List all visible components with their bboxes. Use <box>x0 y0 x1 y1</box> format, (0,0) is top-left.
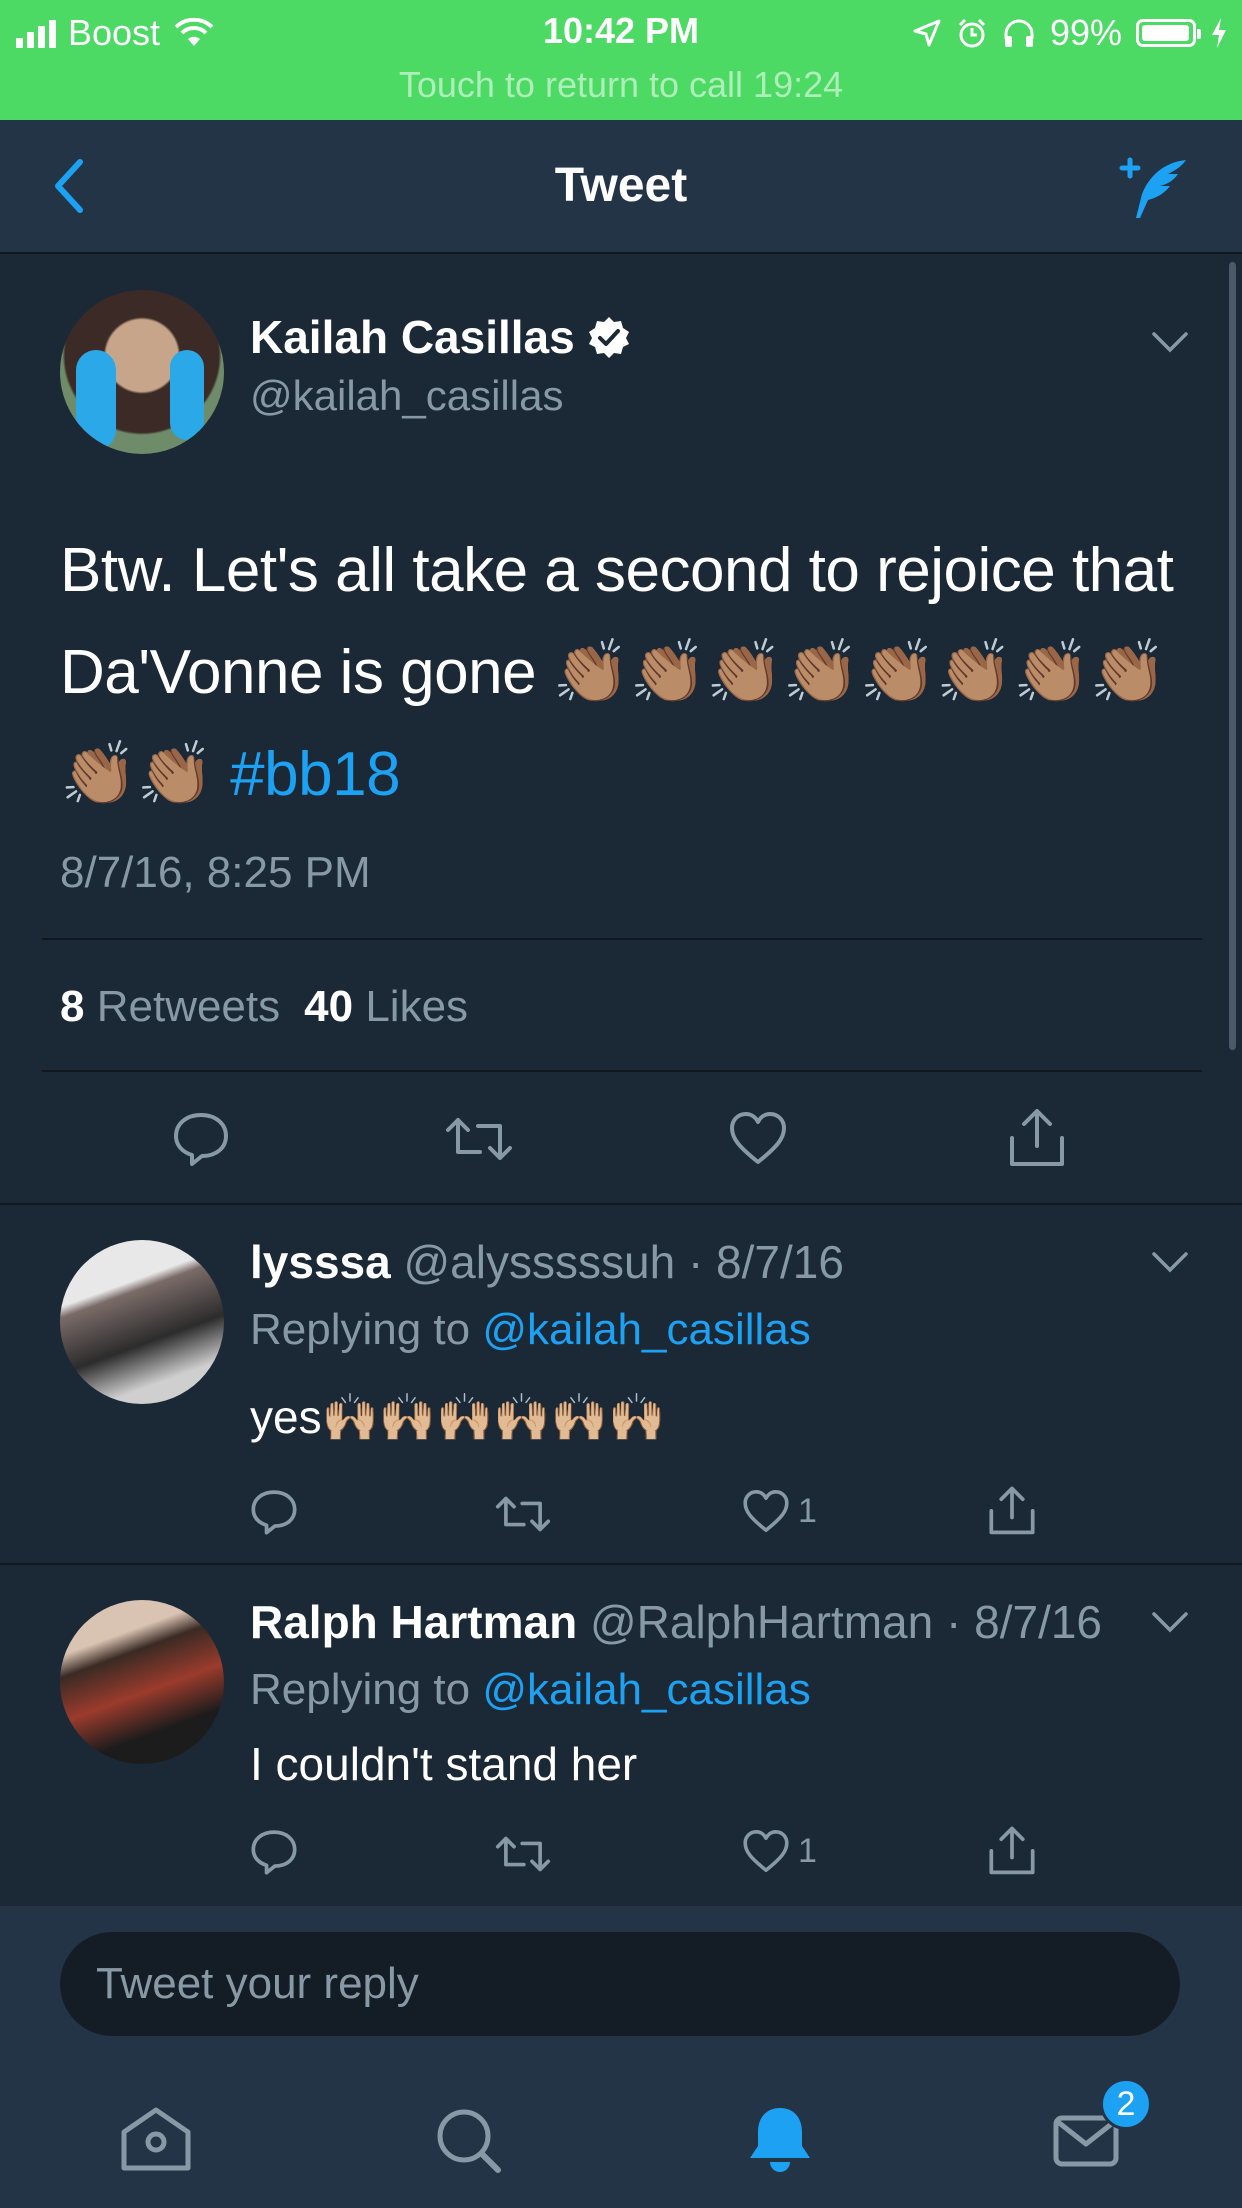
status-bar: Boost 10:42 PM 99% Touch to return to ca… <box>0 0 1242 120</box>
author-name[interactable]: Kailah Casillas <box>250 310 631 364</box>
scroll-indicator <box>1229 262 1236 1050</box>
retweets-label: Retweets <box>96 982 281 1031</box>
reply-avatar[interactable] <box>60 1240 224 1404</box>
author-avatar[interactable] <box>60 290 224 454</box>
like-action[interactable]: 1 <box>742 1488 817 1534</box>
reply-author-handle: @RalphHartman <box>589 1596 934 1648</box>
replying-to-mention[interactable]: @kailah_casillas <box>482 1305 810 1354</box>
reply-icon[interactable] <box>250 1828 298 1876</box>
reply-author-name: lysssa <box>250 1236 391 1288</box>
replying-to-label: Replying to <box>250 1665 471 1714</box>
replying-to-line: Replying to @kailah_casillas <box>250 1665 811 1715</box>
replying-to-mention[interactable]: @kailah_casillas <box>482 1665 810 1714</box>
like-heart-icon <box>743 1830 789 1872</box>
tweet-text: Btw. Let's all take a second to rejoice … <box>60 520 1190 826</box>
notifications-bell-icon[interactable] <box>740 2104 820 2174</box>
headphones-icon <box>1004 19 1034 47</box>
like-heart-icon[interactable] <box>728 1110 788 1166</box>
search-icon[interactable] <box>430 2104 510 2174</box>
charging-icon <box>1212 18 1226 48</box>
replying-to-label: Replying to <box>250 1305 471 1354</box>
home-icon[interactable] <box>116 2104 196 2174</box>
likes-label: Likes <box>365 982 469 1031</box>
author-name-label: Kailah Casillas <box>250 311 575 363</box>
divider <box>42 1070 1202 1072</box>
reply-header[interactable]: Ralph Hartman @RalphHartman · 8/7/16 <box>250 1595 1102 1649</box>
like-count: 40 <box>304 982 354 1031</box>
reply-author-handle: @alysssssuh <box>403 1236 676 1288</box>
reply-icon[interactable] <box>172 1110 230 1168</box>
reply-options-chevron-down-icon[interactable] <box>1150 1250 1190 1274</box>
replying-to-line: Replying to @kailah_casillas <box>250 1305 811 1355</box>
retweets-stat[interactable]: 8 Retweets <box>60 982 280 1032</box>
like-heart-icon <box>743 1490 789 1532</box>
reply-text: yes🙌🏼🙌🏼🙌🏼🙌🏼🙌🏼🙌🏼 <box>250 1391 666 1443</box>
retweet-icon[interactable] <box>494 1832 552 1876</box>
tweet-body: Btw. Let's all take a second to rejoice … <box>60 536 1174 809</box>
location-icon <box>913 19 941 47</box>
reply-options-chevron-down-icon[interactable] <box>1150 1610 1190 1634</box>
reply-like-count: 1 <box>798 1491 817 1530</box>
tweet-stats: 8 Retweets 40 Likes <box>60 982 468 1032</box>
like-action[interactable]: 1 <box>742 1828 817 1874</box>
separator <box>0 1203 1242 1205</box>
status-right: 99% <box>912 12 1228 54</box>
retweet-count: 8 <box>60 982 85 1031</box>
battery-percent: 99% <box>1049 12 1122 53</box>
share-icon[interactable] <box>988 1824 1036 1876</box>
reply-date: 8/7/16 <box>716 1236 844 1288</box>
share-icon[interactable] <box>1008 1106 1066 1168</box>
author-handle[interactable]: @kailah_casillas <box>250 372 563 420</box>
reply-header[interactable]: lysssa @alysssssuh · 8/7/16 <box>250 1235 844 1289</box>
reply-avatar[interactable] <box>60 1600 224 1764</box>
retweet-icon[interactable] <box>444 1112 514 1166</box>
tweet-options-chevron-down-icon[interactable] <box>1150 330 1190 354</box>
reply-date: 8/7/16 <box>974 1596 1103 1648</box>
reply-like-count: 1 <box>798 1831 817 1870</box>
messages-badge: 2 <box>1100 2078 1152 2130</box>
share-icon[interactable] <box>988 1484 1036 1536</box>
reply-author-name: Ralph Hartman <box>250 1596 578 1648</box>
reply-input[interactable] <box>60 1932 1180 2036</box>
reply-text: I couldn't stand her <box>250 1738 638 1790</box>
alarm-icon <box>958 18 985 48</box>
nav-bar: Tweet <box>0 120 1242 254</box>
dot-separator: · <box>687 1236 704 1288</box>
compose-tweet-icon[interactable] <box>1116 154 1192 222</box>
likes-stat[interactable]: 40 Likes <box>304 982 468 1032</box>
verified-badge-icon <box>588 317 629 358</box>
tweet-timestamp: 8/7/16, 8:25 PM <box>60 848 371 897</box>
dot-separator: · <box>946 1596 962 1648</box>
hashtag-link[interactable]: #bb18 <box>230 740 400 809</box>
retweet-icon[interactable] <box>494 1492 552 1536</box>
battery-icon <box>1136 19 1201 47</box>
divider <box>42 938 1202 940</box>
return-to-call-banner[interactable]: Touch to return to call 19:24 <box>0 64 1242 106</box>
reply-icon[interactable] <box>250 1488 298 1536</box>
page-title: Tweet <box>554 159 688 212</box>
separator <box>0 1563 1242 1565</box>
